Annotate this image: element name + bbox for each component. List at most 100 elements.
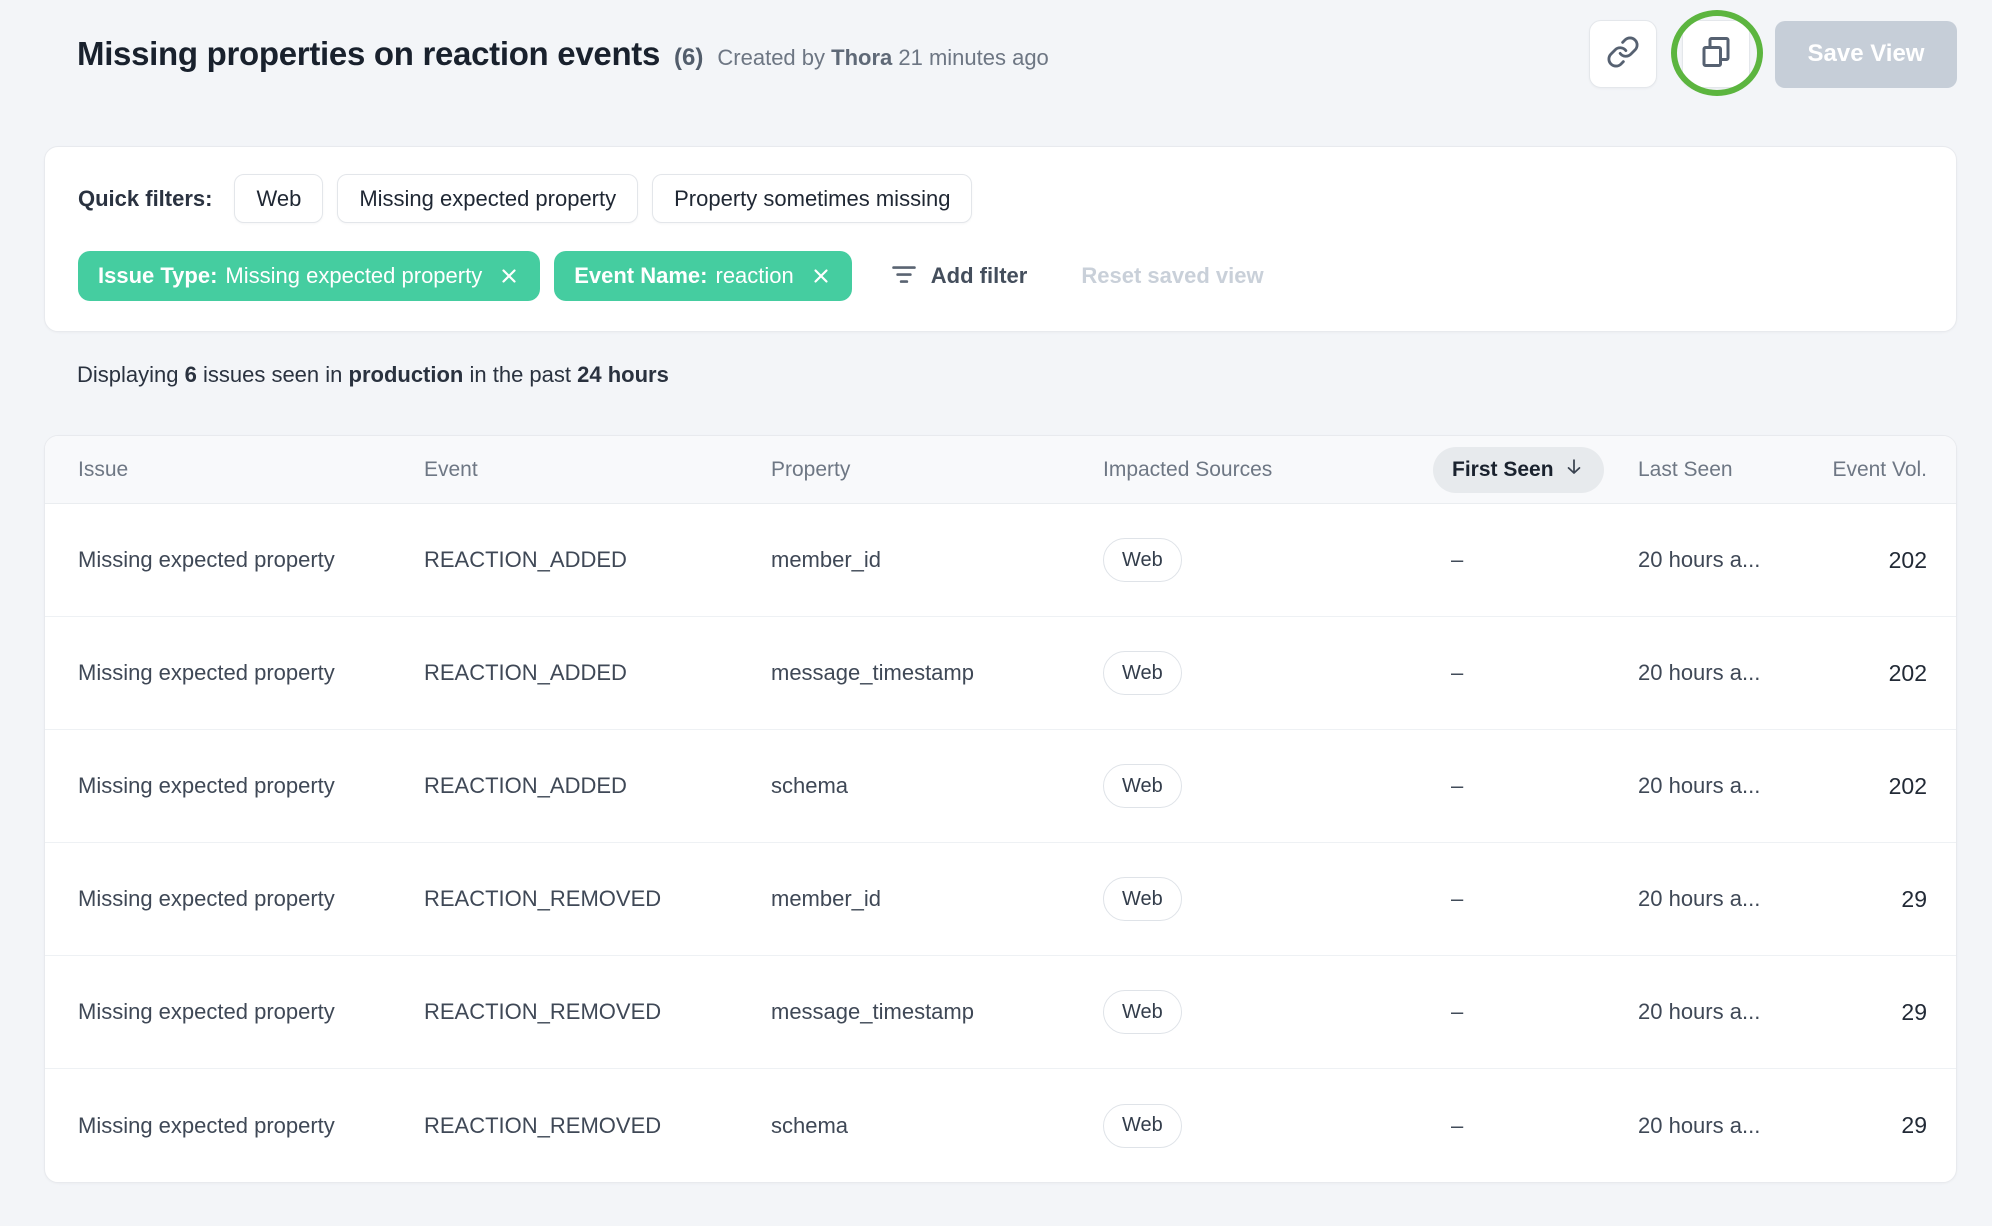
cell-event-vol: 202 — [1828, 773, 1956, 800]
cell-first-seen: – — [1433, 773, 1638, 799]
sort-pill-first-seen[interactable]: First Seen — [1433, 447, 1604, 493]
cell-property: schema — [771, 773, 1103, 799]
table-row[interactable]: Missing expected property REACTION_REMOV… — [45, 956, 1956, 1069]
table-row[interactable]: Missing expected property REACTION_REMOV… — [45, 1069, 1956, 1182]
filter-card: Quick filters: Web Missing expected prop… — [44, 146, 1957, 332]
link-icon — [1606, 35, 1640, 74]
cell-last-seen: 20 hours a... — [1638, 660, 1828, 686]
close-icon[interactable] — [810, 265, 832, 287]
cell-first-seen: – — [1433, 999, 1638, 1025]
column-header-impacted-sources[interactable]: Impacted Sources — [1103, 458, 1433, 482]
cell-last-seen: 20 hours a... — [1638, 547, 1828, 573]
cell-first-seen: – — [1433, 886, 1638, 912]
cell-first-seen: – — [1433, 1113, 1638, 1139]
created-by-text: Created by Thora 21 minutes ago — [717, 45, 1048, 71]
cell-property: message_timestamp — [771, 660, 1103, 686]
add-filter-button[interactable]: Add filter — [890, 260, 1028, 293]
page-header: Missing properties on reaction events (6… — [77, 20, 1957, 88]
filter-chip-value: reaction — [716, 263, 794, 289]
cell-event: REACTION_REMOVED — [424, 999, 771, 1025]
summary-environment: production — [349, 362, 464, 387]
summary-count: 6 — [185, 362, 197, 387]
cell-impacted-sources: Web — [1103, 651, 1433, 695]
quick-filter-missing-expected-property[interactable]: Missing expected property — [337, 174, 638, 223]
summary-time-range: 24 hours — [577, 362, 669, 387]
cell-issue: Missing expected property — [45, 1113, 424, 1139]
source-badge: Web — [1103, 651, 1182, 695]
filter-chip-issue-type[interactable]: Issue Type: Missing expected property — [78, 251, 540, 301]
add-filter-label: Add filter — [931, 263, 1028, 289]
cell-event-vol: 29 — [1828, 999, 1956, 1026]
cell-issue: Missing expected property — [45, 999, 424, 1025]
cell-event-vol: 202 — [1828, 660, 1956, 687]
cell-event: REACTION_ADDED — [424, 773, 771, 799]
table-row[interactable]: Missing expected property REACTION_ADDED… — [45, 617, 1956, 730]
reset-saved-view-button[interactable]: Reset saved view — [1081, 263, 1263, 289]
source-badge: Web — [1103, 764, 1182, 808]
filter-chip-label: Issue Type: — [98, 263, 217, 289]
cell-issue: Missing expected property — [45, 660, 424, 686]
table-row[interactable]: Missing expected property REACTION_ADDED… — [45, 730, 1956, 843]
column-header-event[interactable]: Event — [424, 458, 771, 482]
cell-event: REACTION_ADDED — [424, 547, 771, 573]
header-actions: Save View — [1589, 20, 1957, 88]
table-row[interactable]: Missing expected property REACTION_ADDED… — [45, 504, 1956, 617]
quick-filter-property-sometimes-missing[interactable]: Property sometimes missing — [652, 174, 972, 223]
table-body: Missing expected property REACTION_ADDED… — [45, 504, 1956, 1182]
column-header-first-seen: First Seen — [1433, 447, 1638, 493]
filter-lines-icon — [890, 260, 918, 293]
cell-property: member_id — [771, 886, 1103, 912]
copy-link-button[interactable] — [1589, 20, 1657, 88]
cell-impacted-sources: Web — [1103, 990, 1433, 1034]
column-header-event-vol[interactable]: Event Vol. — [1828, 458, 1956, 482]
cell-issue: Missing expected property — [45, 547, 424, 573]
cell-issue: Missing expected property — [45, 773, 424, 799]
quick-filters-label: Quick filters: — [78, 186, 212, 212]
close-icon[interactable] — [498, 265, 520, 287]
cell-issue: Missing expected property — [45, 886, 424, 912]
filter-chip-value: Missing expected property — [225, 263, 482, 289]
column-header-issue[interactable]: Issue — [45, 458, 424, 482]
copy-icon — [1698, 34, 1734, 75]
active-filters-row: Issue Type: Missing expected property Ev… — [78, 251, 1923, 301]
sort-pill-label: First Seen — [1452, 458, 1554, 482]
cell-event-vol: 29 — [1828, 886, 1956, 913]
cell-impacted-sources: Web — [1103, 764, 1433, 808]
cell-event-vol: 202 — [1828, 547, 1956, 574]
issue-count-badge: (6) — [674, 44, 703, 72]
arrow-down-icon — [1563, 456, 1585, 484]
quick-filter-web[interactable]: Web — [234, 174, 323, 223]
cell-event: REACTION_REMOVED — [424, 1113, 771, 1139]
cell-last-seen: 20 hours a... — [1638, 886, 1828, 912]
filter-chip-event-name[interactable]: Event Name: reaction — [554, 251, 852, 301]
title-group: Missing properties on reaction events (6… — [77, 35, 1049, 73]
page-title: Missing properties on reaction events — [77, 35, 660, 73]
issues-table: Issue Event Property Impacted Sources Fi… — [44, 435, 1957, 1183]
cell-last-seen: 20 hours a... — [1638, 999, 1828, 1025]
table-header-row: Issue Event Property Impacted Sources Fi… — [45, 436, 1956, 504]
source-badge: Web — [1103, 1104, 1182, 1148]
cell-property: message_timestamp — [771, 999, 1103, 1025]
quick-filters-row: Quick filters: Web Missing expected prop… — [78, 174, 1923, 223]
cell-event: REACTION_REMOVED — [424, 886, 771, 912]
source-badge: Web — [1103, 990, 1182, 1034]
save-view-button[interactable]: Save View — [1775, 21, 1957, 88]
author-name: Thora — [831, 45, 892, 70]
cell-last-seen: 20 hours a... — [1638, 773, 1828, 799]
cell-event-vol: 29 — [1828, 1112, 1956, 1139]
filter-chip-label: Event Name: — [574, 263, 707, 289]
cell-event: REACTION_ADDED — [424, 660, 771, 686]
cell-first-seen: – — [1433, 660, 1638, 686]
column-header-property[interactable]: Property — [771, 458, 1103, 482]
source-badge: Web — [1103, 538, 1182, 582]
table-row[interactable]: Missing expected property REACTION_REMOV… — [45, 843, 1956, 956]
cell-property: member_id — [771, 547, 1103, 573]
source-badge: Web — [1103, 877, 1182, 921]
column-header-last-seen[interactable]: Last Seen — [1638, 458, 1828, 482]
cell-property: schema — [771, 1113, 1103, 1139]
cell-first-seen: – — [1433, 547, 1638, 573]
results-summary: Displaying 6 issues seen in production i… — [77, 362, 1948, 388]
cell-impacted-sources: Web — [1103, 1104, 1433, 1148]
cell-last-seen: 20 hours a... — [1638, 1113, 1828, 1139]
duplicate-view-button[interactable] — [1682, 20, 1750, 88]
